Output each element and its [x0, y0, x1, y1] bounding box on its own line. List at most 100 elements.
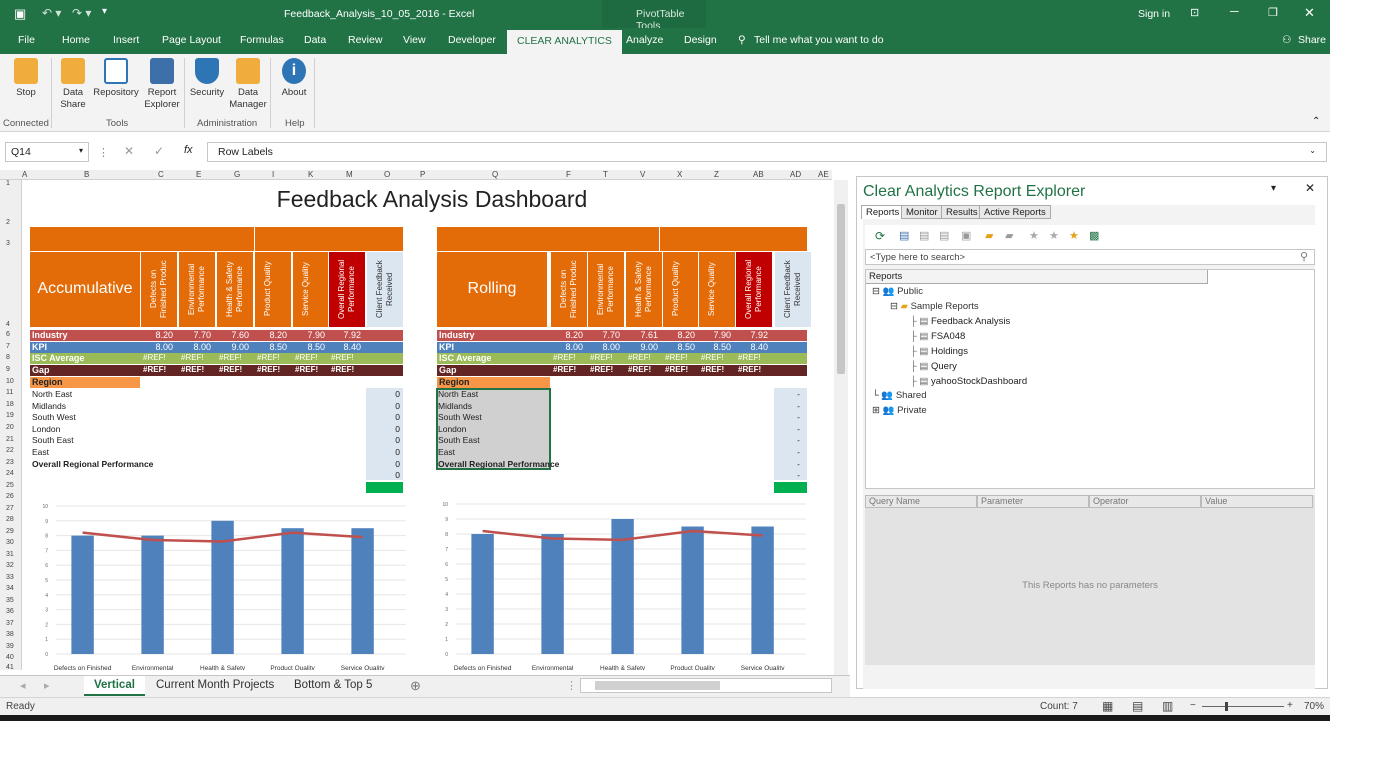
row-header[interactable]: 23: [6, 459, 14, 466]
row-header[interactable]: 21: [6, 436, 14, 443]
region-name[interactable]: North East: [32, 389, 72, 399]
row-header[interactable]: 40: [6, 654, 14, 661]
name-box[interactable]: Q14 ▾: [5, 142, 89, 162]
column-header[interactable]: Z: [714, 170, 719, 179]
region-name[interactable]: Midlands: [32, 401, 66, 411]
tab-analyze[interactable]: Analyze: [626, 34, 663, 46]
normal-view-icon[interactable]: ▦: [1102, 699, 1113, 713]
column-header[interactable]: G: [234, 170, 240, 179]
tree-node-sample-reports[interactable]: ⊟ ▰ Sample Reports: [890, 301, 979, 312]
column-header[interactable]: AE: [818, 170, 829, 179]
column-header[interactable]: C: [158, 170, 164, 179]
row-header[interactable]: 28: [6, 516, 14, 523]
panel-tab-results[interactable]: Results: [941, 205, 983, 219]
region-name[interactable]: South West: [32, 412, 76, 422]
data-share-button[interactable]: Data Share: [54, 58, 92, 111]
tree-node-report[interactable]: ├ ▤ Holdings: [910, 346, 968, 357]
remove-favorite-icon[interactable]: ★: [1069, 229, 1079, 242]
horizontal-scrollbar[interactable]: [580, 678, 832, 693]
row-header[interactable]: 24: [6, 470, 14, 477]
tree-node-report[interactable]: ├ ▤ FSA048: [910, 331, 965, 342]
zoom-slider[interactable]: [1202, 706, 1284, 707]
region-name[interactable]: East: [438, 447, 455, 457]
panel-tab-monitor[interactable]: Monitor: [901, 205, 943, 219]
column-header[interactable]: T: [603, 170, 608, 179]
region-name[interactable]: East: [32, 447, 49, 457]
report-explorer-button[interactable]: Report Explorer: [142, 58, 182, 111]
column-header[interactable]: AB: [753, 170, 764, 179]
zoom-level[interactable]: 70%: [1304, 701, 1324, 712]
zoom-in-icon[interactable]: +: [1287, 700, 1293, 711]
tab-view[interactable]: View: [403, 34, 426, 46]
sheet-tab-current-month-projects[interactable]: Current Month Projects: [146, 676, 284, 696]
star-icon[interactable]: ★: [1029, 229, 1039, 242]
tab-page-layout[interactable]: Page Layout: [162, 34, 221, 46]
save-icon[interactable]: ▣: [14, 6, 26, 22]
row-header[interactable]: 38: [6, 631, 14, 638]
column-header[interactable]: K: [308, 170, 313, 179]
column-header[interactable]: A: [22, 170, 27, 179]
tree-node-report[interactable]: ├ ▤ yahooStockDashboard: [910, 376, 1027, 387]
column-header[interactable]: V: [640, 170, 645, 179]
row-header[interactable]: 18: [6, 401, 14, 408]
worksheet[interactable]: Feedback Analysis Dashboard Accumulative…: [22, 180, 832, 670]
column-header[interactable]: P: [420, 170, 425, 179]
rolling-chart[interactable]: 0 1 2 3 4 5 6 7 8 9 10 Defects on Finished Environme…: [432, 498, 812, 670]
row-header[interactable]: 25: [6, 482, 14, 489]
tree-node-public[interactable]: ⊟ 👥 Public: [872, 286, 923, 297]
repository-button[interactable]: Repository: [92, 58, 140, 99]
page-break-view-icon[interactable]: ▥: [1162, 699, 1173, 713]
row-header[interactable]: 11: [6, 389, 13, 396]
folder-icon[interactable]: ▰: [1005, 229, 1013, 242]
region-name[interactable]: South East: [438, 435, 480, 445]
row-header[interactable]: 10: [6, 378, 14, 385]
tab-file[interactable]: File: [18, 34, 35, 46]
row-header[interactable]: 19: [6, 412, 14, 419]
panel-options-icon[interactable]: ▾: [1271, 183, 1276, 194]
add-sheet-icon[interactable]: ⊕: [410, 678, 421, 694]
share-icon[interactable]: ⚇: [1282, 34, 1291, 46]
tab-developer[interactable]: Developer: [448, 34, 496, 46]
edit-report-icon[interactable]: ▤: [919, 229, 929, 242]
new-report-icon[interactable]: ▤: [899, 229, 909, 242]
row-header[interactable]: 8: [6, 354, 10, 361]
param-column-header[interactable]: Value: [1201, 495, 1313, 508]
add-favorite-icon[interactable]: ★: [1049, 229, 1059, 242]
tab-clear-analytics[interactable]: CLEAR ANALYTICS: [507, 30, 622, 54]
tab-design[interactable]: Design: [684, 34, 717, 46]
customize-qat-icon[interactable]: ▾: [102, 6, 107, 17]
row-header[interactable]: 9: [6, 366, 10, 373]
row-header[interactable]: 27: [6, 505, 14, 512]
column-header[interactable]: E: [196, 170, 201, 179]
accumulative-chart[interactable]: 0 1 2 3 4 5 6 7 8 9 10 Defects on Finished Environme…: [32, 500, 412, 670]
data-manager-button[interactable]: Data Manager: [228, 58, 268, 111]
panel-close-icon[interactable]: ✕: [1305, 181, 1315, 195]
tab-home[interactable]: Home: [62, 34, 90, 46]
row-header[interactable]: 20: [6, 424, 14, 431]
tree-node-report[interactable]: ├ ▤ Query: [910, 361, 957, 372]
tell-me-input[interactable]: Tell me what you want to do: [754, 34, 884, 46]
tab-formulas[interactable]: Formulas: [240, 34, 284, 46]
row-header[interactable]: 1: [6, 180, 10, 187]
row-header[interactable]: 35: [6, 597, 14, 604]
zoom-slider-thumb[interactable]: [1225, 702, 1228, 711]
region-name[interactable]: London: [438, 424, 466, 434]
panel-tab-reports[interactable]: Reports: [861, 205, 905, 219]
ribbon-display-icon[interactable]: ⊡: [1190, 6, 1199, 19]
restore-icon[interactable]: ❐: [1268, 6, 1278, 19]
region-name[interactable]: Midlands: [438, 401, 472, 411]
param-column-header[interactable]: Operator: [1089, 495, 1201, 508]
row-header[interactable]: 29: [6, 528, 14, 535]
insert-function-button[interactable]: fx: [184, 144, 193, 156]
sheet-tab-bottom-top-5[interactable]: Bottom & Top 5: [284, 676, 382, 696]
region-name[interactable]: South East: [32, 435, 74, 445]
row-header[interactable]: 32: [6, 562, 14, 569]
region-name[interactable]: North East: [438, 389, 478, 399]
param-column-header[interactable]: Parameter: [977, 495, 1089, 508]
region-name[interactable]: London: [32, 424, 60, 434]
enter-icon[interactable]: ✓: [154, 144, 164, 158]
row-header[interactable]: 4: [6, 321, 10, 328]
row-header[interactable]: 37: [6, 620, 14, 627]
prev-sheet-icon[interactable]: ◂: [20, 679, 26, 692]
redo-icon[interactable]: ↷ ▾: [72, 6, 91, 20]
